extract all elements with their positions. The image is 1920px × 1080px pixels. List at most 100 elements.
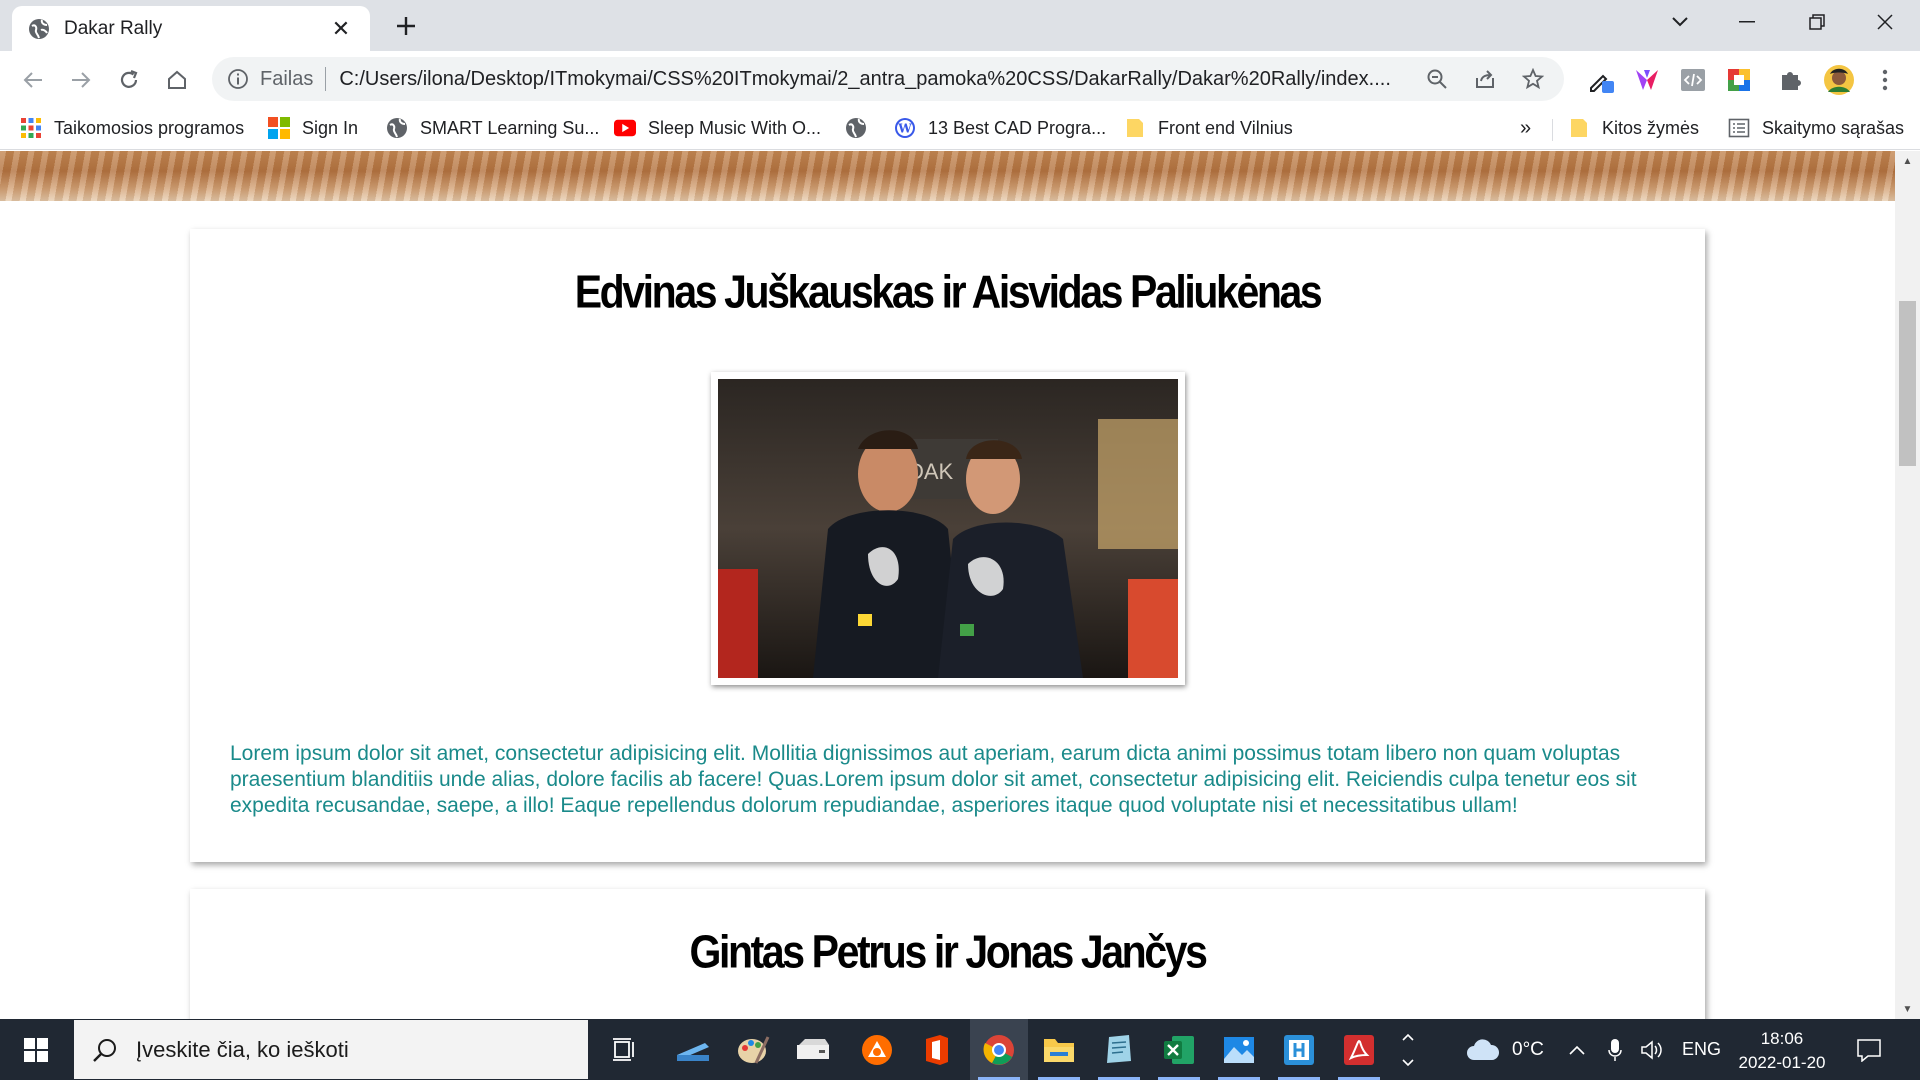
volume-button[interactable] <box>1640 1019 1664 1080</box>
taskbar-app-sourcetree[interactable] <box>1270 1019 1328 1080</box>
taskbar-search-box[interactable]: Įveskite čia, ko ieškoti <box>74 1020 588 1079</box>
home-button[interactable] <box>160 63 194 97</box>
taskbar-app-chrome[interactable] <box>970 1019 1028 1080</box>
reload-button[interactable] <box>112 63 146 97</box>
bookmark-sign-in[interactable]: Sign In <box>268 113 358 143</box>
taskbar-app-photos[interactable] <box>1210 1019 1268 1080</box>
back-button[interactable] <box>16 63 50 97</box>
crew-description: Lorem ipsum dolor sit amet, consectetur … <box>230 742 1637 817</box>
taskbar-scroll-buttons[interactable] <box>1394 1019 1422 1080</box>
language-indicator[interactable]: ENG <box>1682 1019 1721 1080</box>
bracket-app-icon <box>1284 1034 1314 1065</box>
chevron-up-down-icon <box>1402 1033 1414 1066</box>
weather-temperature: 0°C <box>1512 1038 1544 1060</box>
apps-grid-icon <box>20 117 42 139</box>
excel-icon <box>1164 1035 1194 1064</box>
bookmark-sleep-music[interactable]: Sleep Music With O... <box>614 113 821 143</box>
share-button[interactable] <box>1468 62 1502 96</box>
globe-icon <box>28 18 50 40</box>
chrome-icon <box>983 1034 1014 1065</box>
bookmark-label: Skaitymo sąrašas <box>1762 117 1905 138</box>
start-button[interactable] <box>0 1019 72 1080</box>
taskbar-app-explorer[interactable] <box>1030 1019 1088 1080</box>
chevron-up-icon <box>1569 1045 1585 1055</box>
clock-time: 18:06 <box>1760 1029 1804 1048</box>
close-tab-icon[interactable]: ✕ <box>328 16 354 42</box>
bookmark-other[interactable]: Kitos žymės <box>1568 113 1699 143</box>
profile-avatar[interactable] <box>1822 63 1856 97</box>
crew-card: Gintas Petrus ir Jonas Jančys <box>190 889 1705 1019</box>
microphone-button[interactable] <box>1608 1019 1622 1080</box>
arrow-right-icon <box>72 72 91 88</box>
task-view-icon <box>613 1037 634 1061</box>
taskbar-app-paint[interactable] <box>724 1019 782 1080</box>
bookmark-smart-learning[interactable]: SMART Learning Su... <box>386 113 599 143</box>
bookmark-front-end-vilnius[interactable]: Front end Vilnius <box>1124 113 1293 143</box>
scrollbar-thumb[interactable] <box>1899 301 1916 466</box>
task-view-button[interactable] <box>596 1019 654 1080</box>
taskbar-app-orange[interactable] <box>848 1019 906 1080</box>
minimize-icon <box>1739 21 1755 23</box>
show-hidden-icons-button[interactable] <box>1568 1019 1586 1080</box>
menu-button[interactable] <box>1868 63 1902 97</box>
taskbar-clock[interactable]: 18:06 2022-01-20 <box>1726 1027 1838 1075</box>
taskbar-app-acrobat[interactable] <box>1330 1019 1388 1080</box>
page-viewport: Edvinas Juškauskas ir Aisvidas Paliukėna… <box>0 151 1895 1019</box>
notes-icon <box>1107 1034 1131 1063</box>
color-picker-extension[interactable] <box>1584 63 1618 97</box>
close-window-button[interactable] <box>1850 0 1920 44</box>
url-text[interactable]: C:/Users/ilona/Desktop/ITmokymai/CSS%20I… <box>339 68 1406 91</box>
weather-widget[interactable]: 0°C <box>1466 1019 1544 1080</box>
taskbar-app-excel[interactable] <box>1150 1019 1208 1080</box>
youtube-icon <box>614 117 636 139</box>
share-icon <box>1476 70 1494 88</box>
extensions-button[interactable] <box>1774 63 1808 97</box>
photos-icon <box>1224 1036 1254 1063</box>
tab-search-button[interactable] <box>1660 6 1700 38</box>
notification-icon <box>1857 1038 1881 1062</box>
bookmark-apps[interactable]: Taikomosios programos <box>20 113 244 143</box>
crew-photo-frame: DAK <box>711 372 1185 685</box>
scheme-label: Failas <box>260 67 314 90</box>
taskbar-app-scanner[interactable] <box>664 1019 722 1080</box>
bookmark-label: SMART Learning Su... <box>420 117 600 138</box>
bookmarks-overflow-button[interactable]: » <box>1520 113 1531 143</box>
browser-toolbar: Failas C:/Users/ilona/Desktop/ITmokymai/… <box>0 51 1920 107</box>
new-tab-button[interactable] <box>390 10 422 42</box>
eyedropper-icon <box>1590 74 1614 93</box>
scanner-icon <box>677 1042 709 1061</box>
page-scrollbar[interactable]: ▲ ▼ <box>1895 151 1920 1019</box>
notifications-button[interactable] <box>1856 1019 1882 1080</box>
speaker-icon <box>1641 1039 1662 1060</box>
info-icon[interactable] <box>226 67 250 91</box>
scroll-down-arrow-icon[interactable]: ▼ <box>1895 999 1920 1019</box>
plus-icon <box>397 17 415 35</box>
code-extension[interactable] <box>1676 63 1710 97</box>
address-bar[interactable]: Failas C:/Users/ilona/Desktop/ITmokymai/… <box>212 57 1564 101</box>
restore-button[interactable] <box>1782 0 1852 44</box>
bookmark-label: Sleep Music With O... <box>648 117 822 138</box>
windows-logo-icon <box>24 1037 48 1062</box>
tab-dakar-rally[interactable]: Dakar Rally ✕ <box>12 6 370 51</box>
folder-icon <box>1124 117 1146 139</box>
bookmarks-divider <box>1552 119 1553 141</box>
crew-photo: DAK <box>718 379 1178 678</box>
bookmark-globe[interactable] <box>845 113 879 143</box>
bookmark-cad-programs[interactable]: W 13 Best CAD Progra... <box>894 113 1106 143</box>
zoom-button[interactable] <box>1420 62 1454 96</box>
bookmark-star-button[interactable] <box>1516 62 1550 96</box>
language-label: ENG <box>1682 1039 1722 1059</box>
crew-card: Edvinas Juškauskas ir Aisvidas Paliukėna… <box>190 229 1705 862</box>
reading-list-button[interactable]: Skaitymo sąrašas <box>1728 113 1904 143</box>
vivid-extension[interactable] <box>1630 63 1664 97</box>
bookmark-label: 13 Best CAD Progra... <box>928 117 1107 138</box>
crew-title: Gintas Petrus ir Jonas Jančys <box>689 926 1207 978</box>
taskbar-app-notes[interactable] <box>1090 1019 1148 1080</box>
taskbar-app-office[interactable] <box>908 1019 966 1080</box>
forward-button[interactable] <box>64 63 98 97</box>
taskbar-app-drive[interactable] <box>784 1019 842 1080</box>
address-separator <box>325 67 327 91</box>
scroll-up-arrow-icon[interactable]: ▲ <box>1895 151 1920 171</box>
palette-extension[interactable] <box>1722 63 1756 97</box>
minimize-button[interactable] <box>1712 0 1782 44</box>
